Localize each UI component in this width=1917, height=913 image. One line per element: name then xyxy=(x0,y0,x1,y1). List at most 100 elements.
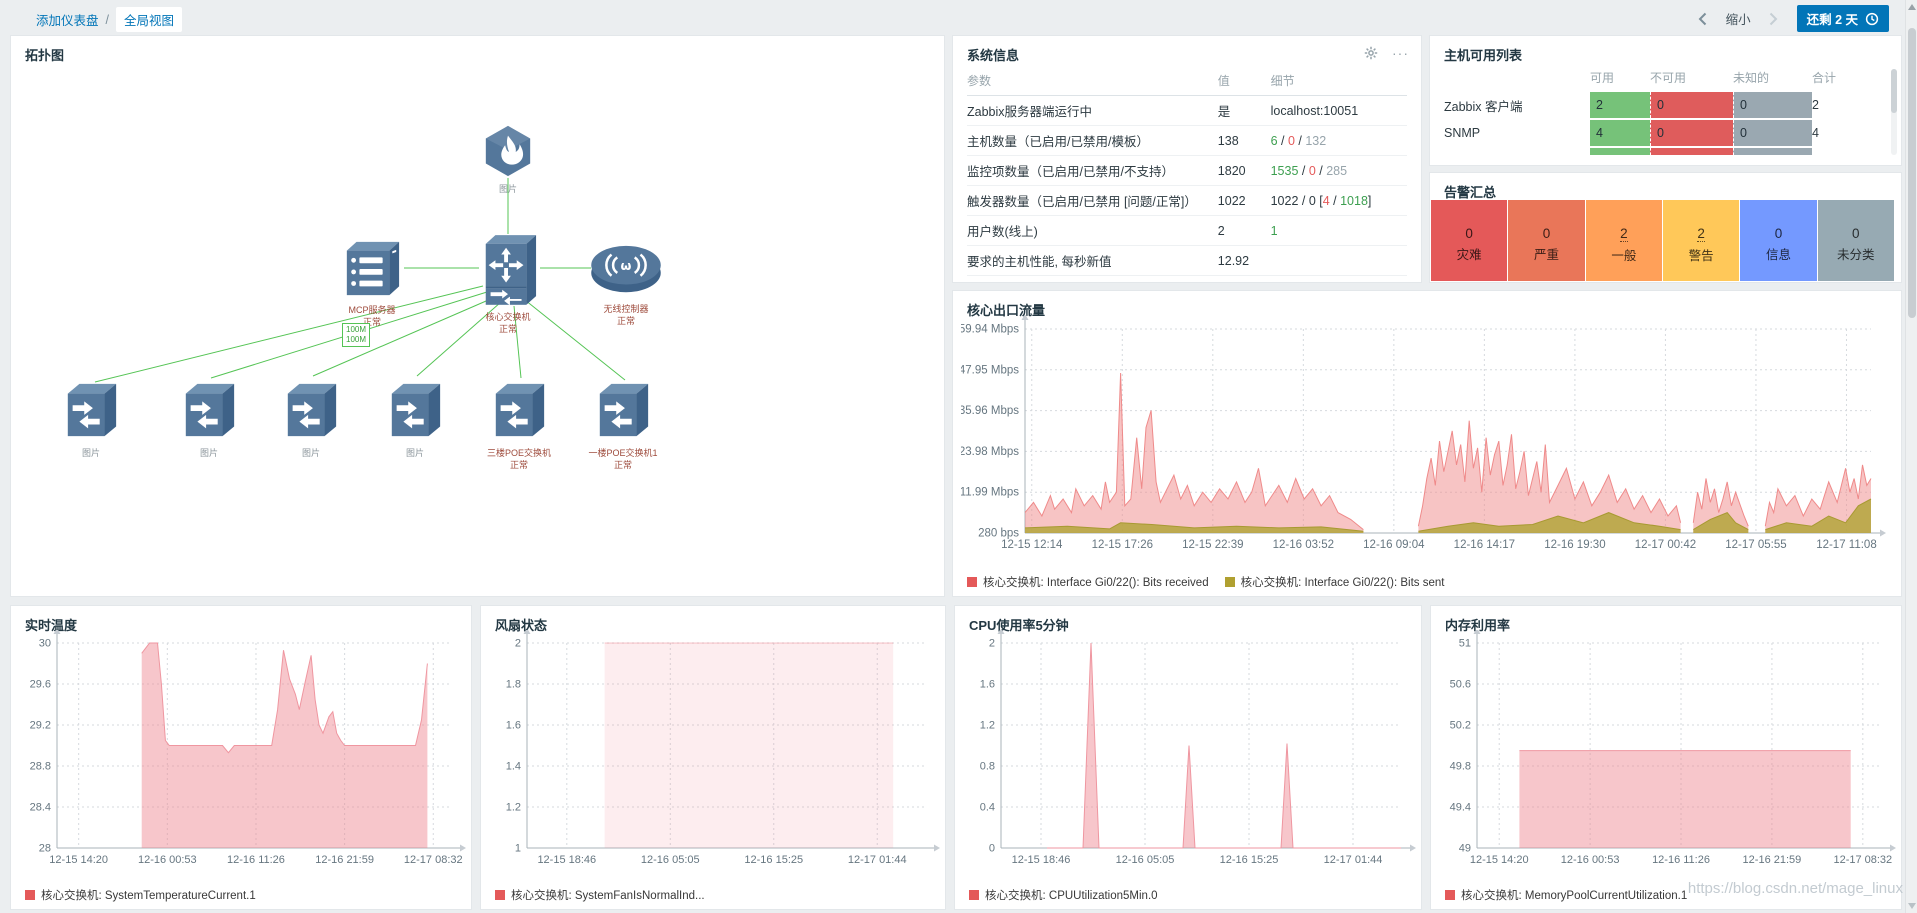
chart-legend: 核心交换机: Interface Gi0/22(): Bits received… xyxy=(967,574,1444,590)
column-header-unavailable: 不可用 xyxy=(1650,71,1687,85)
svg-text:12-16 03:52: 12-16 03:52 xyxy=(1273,539,1334,551)
svg-text:50.6: 50.6 xyxy=(1450,679,1471,691)
zoom-out-button[interactable]: 缩小 xyxy=(1726,9,1751,28)
svg-text:12-17 00:42: 12-17 00:42 xyxy=(1635,539,1696,551)
legend-item: 核心交换机: Interface Gi0/22(): Bits received xyxy=(967,574,1209,590)
poe-switch-icon xyxy=(599,383,649,437)
scroll-down-icon[interactable] xyxy=(1908,903,1916,909)
svg-text:12-17 01:44: 12-17 01:44 xyxy=(848,854,907,866)
breadcrumb-add-dashboard-link[interactable]: 添加仪表盘 xyxy=(36,10,99,29)
topo-node-label: 无线控制器 xyxy=(603,304,649,314)
chevron-left-icon[interactable] xyxy=(1694,9,1712,29)
svg-text:12-17 08:32: 12-17 08:32 xyxy=(404,854,463,866)
topo-node-sw3[interactable]: 图片 xyxy=(266,380,356,459)
alert-severity-box[interactable]: 2 警告 xyxy=(1662,200,1740,281)
memory-chart-panel: 内存利用率 12-15 14:20 12-16 00:53 12-16 11:26 1… xyxy=(1430,605,1902,910)
svg-text:12-16 09:04: 12-16 09:04 xyxy=(1363,539,1425,551)
fan-chart[interactable]: 12-15 18:46 12-16 05:05 12-16 15:25 12-17 0… xyxy=(485,628,941,886)
topo-node-firewall[interactable]: 图片 xyxy=(463,124,553,195)
panel-title: 告警汇总 xyxy=(1444,185,1497,200)
poe-switch-icon xyxy=(391,383,441,437)
breadcrumb-current-link[interactable]: 全局视图 xyxy=(116,7,183,32)
column-header-param: 参数 xyxy=(967,68,1218,96)
host-availability-header: 可用 不可用 未知的 合计 xyxy=(1444,69,1883,92)
topo-node-sw2[interactable]: 图片 xyxy=(164,380,254,459)
alert-severity-box[interactable]: 2 一般 xyxy=(1585,200,1662,281)
svg-text:12-17 01:44: 12-17 01:44 xyxy=(1324,854,1383,866)
page-scrollbar[interactable] xyxy=(1905,0,1917,913)
svg-text:ω: ω xyxy=(621,258,632,273)
core-switch-icon xyxy=(485,235,537,306)
svg-text:12-15 14:20: 12-15 14:20 xyxy=(1470,854,1529,866)
host-availability-row xyxy=(1444,148,1883,155)
sysinfo-row: 用户数(线上) 2 1 xyxy=(967,215,1407,246)
svg-text:0.4: 0.4 xyxy=(980,802,995,814)
topo-node-core[interactable]: 核心交换机 正常 xyxy=(463,232,553,335)
poe-switch-icon xyxy=(495,383,545,437)
svg-text:11.99 Mbps: 11.99 Mbps xyxy=(961,487,1019,499)
panel-title: 主机可用列表 xyxy=(1444,48,1523,63)
cpu-chart[interactable]: 12-15 18:46 12-16 05:05 12-16 15:25 12-17 0… xyxy=(959,628,1417,886)
topo-node-label: 图片 xyxy=(199,448,218,458)
chart-svg: 12-15 18:46 12-16 05:05 12-16 15:25 12-17 0… xyxy=(506,628,940,866)
system-info-table: 参数 值 细节 Zabbix服务器端运行中是 localhost:10051 主机数… xyxy=(967,68,1407,276)
legend-item: 核心交换机: SystemTemperatureCurrent.1 xyxy=(25,887,256,903)
svg-text:12-15 12:14: 12-15 12:14 xyxy=(1001,539,1063,551)
more-options-icon[interactable]: ··· xyxy=(1392,46,1409,60)
topo-node-wlc[interactable]: ω 无线控制器 正常 xyxy=(581,242,671,327)
svg-text:1: 1 xyxy=(515,843,521,855)
panel-scrollbar[interactable] xyxy=(1891,69,1897,155)
alert-severity-box: 0 严重 xyxy=(1508,200,1585,281)
svg-text:12-15 18:46: 12-15 18:46 xyxy=(1012,854,1071,866)
fan-chart-panel: 风扇状态 12-15 18:46 12-16 05:05 12-16 15:25 12… xyxy=(480,605,946,910)
chart-legend: 核心交换机: MemoryPoolCurrentUtilization.1 xyxy=(1445,887,1687,903)
chart-legend: 核心交换机: SystemTemperatureCurrent.1 xyxy=(25,887,256,903)
chart-svg: 12-15 12:14 12-15 17:26 12-15 22:39 12-16 0… xyxy=(959,314,1886,551)
svg-text:1.6: 1.6 xyxy=(506,720,521,732)
chevron-right-icon[interactable] xyxy=(1765,9,1783,29)
cpu-chart-panel: CPU使用率5分钟 12-15 18:46 12-16 05:05 12-16 15… xyxy=(954,605,1422,910)
topology-panel: 拓扑图 图片 MCP服务器 正常 核心交换机 正常 ω 无线控制器 正常 图片 图片 图片 图片 三楼P… xyxy=(10,35,945,597)
gear-icon[interactable] xyxy=(1364,46,1378,60)
svg-text:30: 30 xyxy=(39,638,51,650)
host-availability-row: SNMP 4 0 0 4 xyxy=(1444,120,1883,146)
column-header-available: 可用 xyxy=(1590,71,1615,85)
legend-item: 核心交换机: Interface Gi0/22(): Bits sent xyxy=(1224,574,1444,590)
svg-text:28.8: 28.8 xyxy=(30,761,51,773)
svg-text:35.96 Mbps: 35.96 Mbps xyxy=(961,405,1019,417)
topo-node-sw6[interactable]: 一楼POE交换机1 正常 xyxy=(578,380,668,471)
chart-svg: 12-15 14:20 12-16 00:53 12-16 11:26 12-16 2… xyxy=(1450,628,1896,866)
svg-text:23.98 Mbps: 23.98 Mbps xyxy=(961,446,1019,458)
clock-icon xyxy=(1865,12,1879,25)
legend-item: 核心交换机: CPUUtilization5Min.0 xyxy=(969,887,1158,903)
svg-text:50.2: 50.2 xyxy=(1450,720,1471,732)
legend-item: 核心交换机: MemoryPoolCurrentUtilization.1 xyxy=(1445,887,1687,903)
topo-node-sw1[interactable]: 图片 xyxy=(46,380,136,459)
topo-node-sw5[interactable]: 三楼POE交换机 正常 xyxy=(474,380,564,471)
topo-node-label: 图片 xyxy=(301,448,320,458)
topo-node-sw4[interactable]: 图片 xyxy=(370,380,460,459)
traffic-chart[interactable]: 12-15 12:14 12-15 17:26 12-15 22:39 12-16 0… xyxy=(959,314,1895,567)
sysinfo-row: 监控项数量（已启用/已禁用/不支持） 1820 1535 / 0 / 285 xyxy=(967,155,1407,186)
topo-node-status: 正常 xyxy=(362,317,381,327)
scrollbar-thumb[interactable] xyxy=(1908,28,1916,318)
svg-text:12-16 21:59: 12-16 21:59 xyxy=(1743,854,1802,866)
scroll-up-icon[interactable] xyxy=(1908,4,1916,10)
column-header-detail: 细节 xyxy=(1270,68,1407,96)
svg-text:12-16 05:05: 12-16 05:05 xyxy=(641,854,700,866)
panel-title: 系统信息 xyxy=(967,48,1020,63)
svg-text:12-15 17:26: 12-15 17:26 xyxy=(1092,539,1153,551)
memory-chart[interactable]: 12-15 14:20 12-16 00:53 12-16 11:26 12-16 2… xyxy=(1435,628,1897,886)
poe-switch-icon xyxy=(67,383,117,437)
temperature-chart[interactable]: 12-15 14:20 12-16 00:53 12-16 11:26 12-16 2… xyxy=(15,628,467,886)
legend-item: 核心交换机: SystemFanIsNormalInd... xyxy=(495,887,705,903)
svg-text:12-15 18:46: 12-15 18:46 xyxy=(537,854,596,866)
svg-text:12-16 15:25: 12-16 15:25 xyxy=(1220,854,1279,866)
time-remaining-button[interactable]: 还剩 2 天 xyxy=(1796,5,1889,32)
topo-node-server[interactable]: MCP服务器 正常 xyxy=(327,232,417,328)
svg-text:1.2: 1.2 xyxy=(980,720,995,732)
svg-text:29.2: 29.2 xyxy=(30,720,51,732)
chart-legend: 核心交换机: CPUUtilization5Min.0 xyxy=(969,887,1158,903)
svg-text:49.4: 49.4 xyxy=(1450,802,1471,814)
chart-svg: 12-15 14:20 12-16 00:53 12-16 11:26 12-16 2… xyxy=(30,628,466,866)
